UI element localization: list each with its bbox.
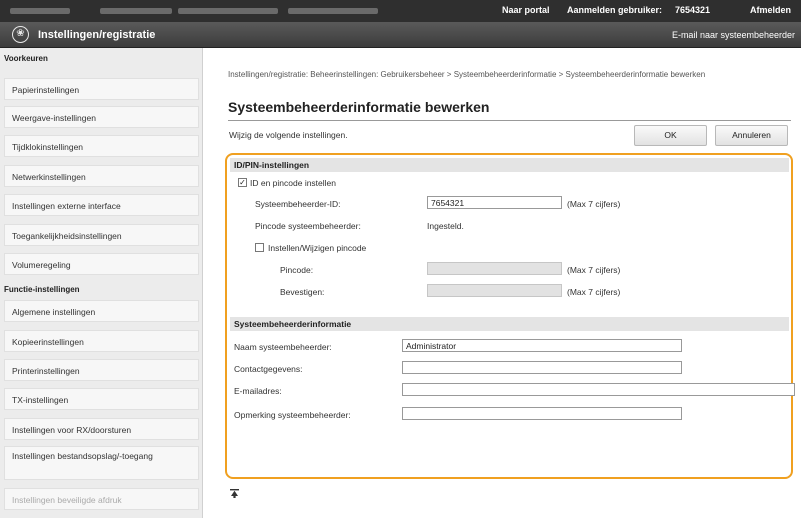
title-bar: ❀ Instellingen/registratie E-mail naar s… <box>0 22 801 48</box>
blurred-text <box>100 8 172 14</box>
blurred-text <box>10 8 70 14</box>
sidebar-item-accessibility[interactable]: Toegankelijkheidsinstellingen <box>4 224 199 246</box>
sidebar-item-paper[interactable]: Papierinstellingen <box>4 78 199 100</box>
main-content: Instellingen/registratie: Beheerinstelli… <box>215 48 801 518</box>
sidebar-item-general[interactable]: Algemene instellingen <box>4 300 199 322</box>
confirm-pin-input[interactable] <box>427 284 562 297</box>
sidebar-item-secure-print[interactable]: Instellingen beveiligde afdruk <box>4 488 199 510</box>
portal-link[interactable]: Naar portal <box>502 5 550 15</box>
blurred-text <box>178 8 278 14</box>
app-title: Instellingen/registratie <box>38 29 156 41</box>
set-id-pin-label: ID en pincode instellen <box>250 178 337 188</box>
sidebar-item-rx-forward[interactable]: Instellingen voor RX/doorsturen <box>4 418 199 440</box>
mail-admin-link[interactable]: E-mail naar systeembeheerder <box>672 30 795 40</box>
sidebar-item-timer[interactable]: Tijdklokinstellingen <box>4 135 199 157</box>
admin-id-label: Systeembeheerder-ID: <box>255 199 341 209</box>
sidebar-item-volume[interactable]: Volumeregeling <box>4 253 199 275</box>
top-bar: Naar portal Aanmelden gebruiker: 7654321… <box>0 0 801 22</box>
admin-pin-status: Ingesteld. <box>427 221 464 231</box>
admin-id-input[interactable]: 7654321 <box>427 196 562 209</box>
confirm-pin-label: Bevestigen: <box>280 287 325 297</box>
idpin-section-heading: ID/PIN-instellingen <box>230 158 789 172</box>
login-user-id: 7654321 <box>675 5 711 15</box>
logout-link[interactable]: Afmelden <box>750 5 791 15</box>
login-user-label: Aanmelden gebruiker: <box>567 5 663 15</box>
blurred-text <box>288 8 378 14</box>
sidebar-item-network[interactable]: Netwerkinstellingen <box>4 165 199 187</box>
admin-pin-label: Pincode systeembeheerder: <box>255 221 361 231</box>
sidebar-section-preferences: Voorkeuren <box>4 54 48 63</box>
sidebar-item-display[interactable]: Weergave-instellingen <box>4 106 199 128</box>
settings-logo-icon: ❀ <box>12 26 29 43</box>
sidebar-section-functions: Functie-instellingen <box>4 285 80 294</box>
change-pin-label: Instellen/Wijzigen pincode <box>268 243 367 253</box>
page-title: Systeembeheerderinformatie bewerken <box>228 99 490 115</box>
ok-button[interactable]: OK <box>634 125 707 146</box>
sidebar-item-external-interface[interactable]: Instellingen externe interface <box>4 194 199 216</box>
sidebar-item-printer[interactable]: Printerinstellingen <box>4 359 199 381</box>
intro-text: Wijzig de volgende instellingen. <box>229 130 348 140</box>
admin-id-hint: (Max 7 cijfers) <box>567 199 621 209</box>
sidebar: Voorkeuren Papierinstellingen Weergave-i… <box>0 48 203 518</box>
admin-name-label: Naam systeembeheerder: <box>234 342 332 352</box>
contact-label: Contactgegevens: <box>234 364 303 374</box>
admin-name-input[interactable]: Administrator <box>402 339 682 352</box>
sidebar-item-tx[interactable]: TX-instellingen <box>4 388 199 410</box>
breadcrumb: Instellingen/registratie: Beheerinstelli… <box>228 70 706 79</box>
title-divider <box>228 120 791 121</box>
email-label: E-mailadres: <box>234 386 282 396</box>
sidebar-item-copy[interactable]: Kopieerinstellingen <box>4 330 199 352</box>
admin-comment-label: Opmerking systeembeheerder: <box>234 410 351 420</box>
confirm-pin-hint: (Max 7 cijfers) <box>567 287 621 297</box>
sidebar-item-file-storage[interactable]: Instellingen bestandsopslag/-toegang <box>4 446 199 480</box>
admin-info-section-heading: Systeembeheerderinformatie <box>230 317 789 331</box>
admin-comment-input[interactable] <box>402 407 682 420</box>
contact-input[interactable] <box>402 361 682 374</box>
pin-hint: (Max 7 cijfers) <box>567 265 621 275</box>
set-id-pin-checkbox[interactable]: ✓ <box>238 178 247 187</box>
pin-label: Pincode: <box>280 265 314 275</box>
email-input[interactable] <box>402 383 795 396</box>
pin-input[interactable] <box>427 262 562 275</box>
scroll-to-top-icon[interactable] <box>230 489 239 498</box>
cancel-button[interactable]: Annuleren <box>715 125 788 146</box>
change-pin-checkbox[interactable] <box>255 243 264 252</box>
